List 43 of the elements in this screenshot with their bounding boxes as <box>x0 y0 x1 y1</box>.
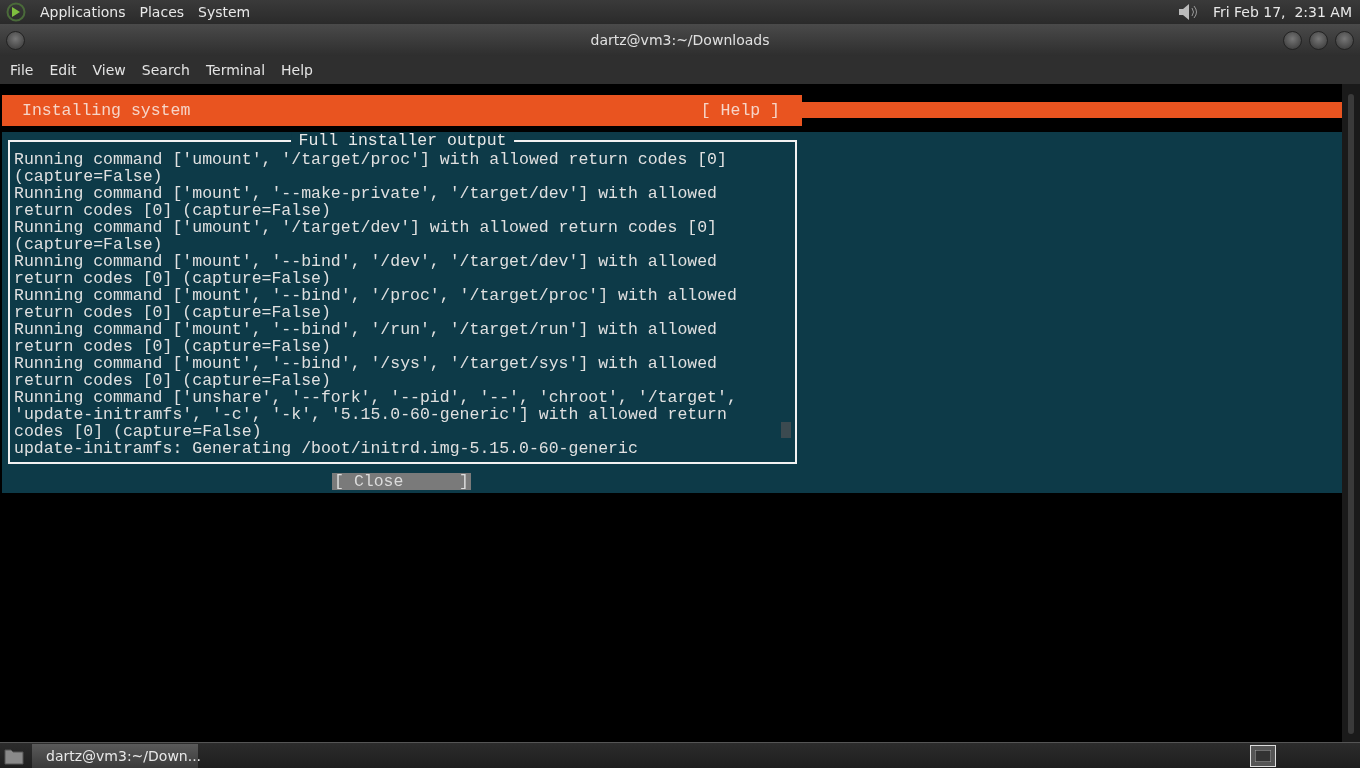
output-line: return codes [0] (capture=False) <box>14 372 331 389</box>
output-line: Running command ['mount', '--bind', '/dev', '/target/dev'] with allowed <box>14 253 717 270</box>
panel-menu[interactable]: Applications <box>40 4 126 20</box>
panel-menu[interactable]: System <box>198 4 251 20</box>
speaker-icon[interactable] <box>1176 2 1199 22</box>
header-title: Installing system <box>22 102 191 119</box>
window-title: dartz@vm3:~/Downloads <box>590 32 770 48</box>
close-button[interactable] <box>1335 30 1354 50</box>
menu-item[interactable]: Search <box>133 62 198 78</box>
output-line: (capture=False) <box>14 168 163 185</box>
output-line: Running command ['mount', '--make-private', '/target/dev'] with allowed <box>14 185 717 202</box>
maximize-button[interactable] <box>1309 30 1328 50</box>
panel-menu[interactable]: Places <box>139 4 185 20</box>
logo-icon[interactable] <box>6 2 26 22</box>
workspace-switcher[interactable] <box>1250 744 1276 767</box>
output-line: codes [0] (capture=False) <box>14 423 262 440</box>
output-line: return codes [0] (capture=False) <box>14 338 331 355</box>
menu-item[interactable]: View <box>84 62 134 78</box>
minimize-button[interactable] <box>1283 30 1302 50</box>
output-line: update-initramfs: Generating /boot/initrd.img-5.15.0-60-generic <box>14 440 638 457</box>
output-line: (capture=False) <box>14 236 163 253</box>
output-line: Running command ['unshare', '--fork', '--pid', '--', 'chroot', '/target', <box>14 389 737 406</box>
output-line: Running command ['umount', '/target/proc'] with allowed return codes [0] <box>14 151 727 168</box>
output-line: Running command ['mount', '--bind', '/run', '/target/run'] with allowed <box>14 321 717 338</box>
scroll-indicator <box>781 422 791 438</box>
output-line: Running command ['mount', '--bind', '/sys', '/target/sys'] with allowed <box>14 355 717 372</box>
window-menu-button[interactable] <box>6 30 25 50</box>
folder-icon[interactable] <box>4 746 24 765</box>
output-line: return codes [0] (capture=False) <box>14 270 331 287</box>
menu-item[interactable]: Edit <box>41 62 85 78</box>
output-line: return codes [0] (capture=False) <box>14 202 331 219</box>
workspace-icon <box>1255 749 1271 762</box>
output-line: return codes [0] (capture=False) <box>14 304 331 321</box>
output-line: Running command ['umount', '/target/dev'] with allowed return codes [0] <box>14 219 717 236</box>
dialog-title: Full installer output <box>290 132 515 149</box>
output-line: 'update-initramfs', '-c', '-k', '5.15.0-60-generic'] with allowed return <box>14 406 727 423</box>
menu-item[interactable]: Terminal <box>197 62 274 78</box>
output-line: Running command ['mount', '--bind', '/proc', '/target/proc'] with allowed <box>14 287 737 304</box>
menu-item[interactable]: File <box>2 62 42 78</box>
scrollbar[interactable] <box>1342 84 1360 742</box>
taskbar-button[interactable]: dartz@vm3:~/Down... <box>32 743 198 768</box>
menu-item[interactable]: Help <box>273 62 321 78</box>
clock[interactable]: Fri Feb 17, 2:31 AM <box>1212 4 1352 20</box>
